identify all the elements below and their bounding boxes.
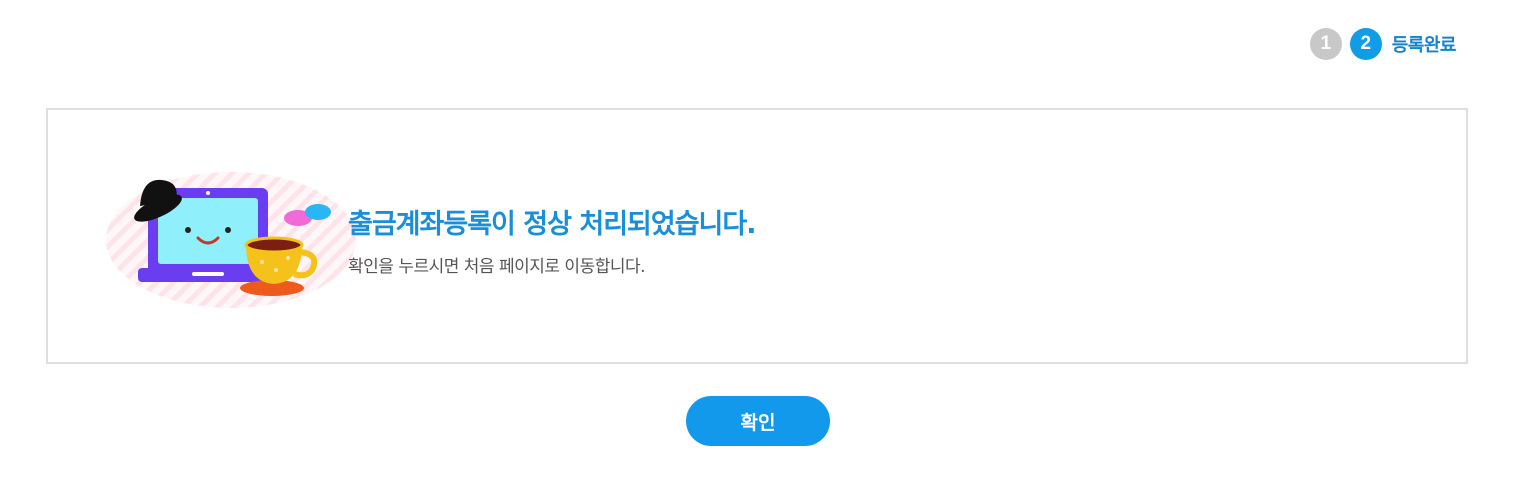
laptop-touchpad (192, 272, 224, 276)
laptop-with-coffee-illustration (106, 172, 356, 308)
laptop-camera (206, 191, 210, 195)
face-left-eye (185, 227, 191, 233)
step-current-label: 등록완료 (1391, 35, 1457, 56)
confirm-button[interactable]: 확인 (686, 396, 830, 446)
completion-title: 출금계좌등록이 정상 처리되었습니다. (348, 209, 756, 240)
step-1-badge: 1 (1309, 28, 1342, 60)
blue-cloud (305, 204, 331, 220)
face-right-eye (225, 227, 231, 233)
step-indicator: 1 2 등록완료 (1309, 28, 1457, 60)
page: 1 2 등록완료 출금계좌등록이 정상 처리되었습니다. 확인을 누르시면 처음… (0, 0, 1534, 492)
step-2-badge: 2 (1349, 28, 1382, 60)
completion-subtitle: 확인을 누르시면 처음 페이지로 이동합니다. (348, 257, 646, 277)
completion-message-box: 출금계좌등록이 정상 처리되었습니다. 확인을 누르시면 처음 페이지로 이동합… (46, 108, 1468, 364)
